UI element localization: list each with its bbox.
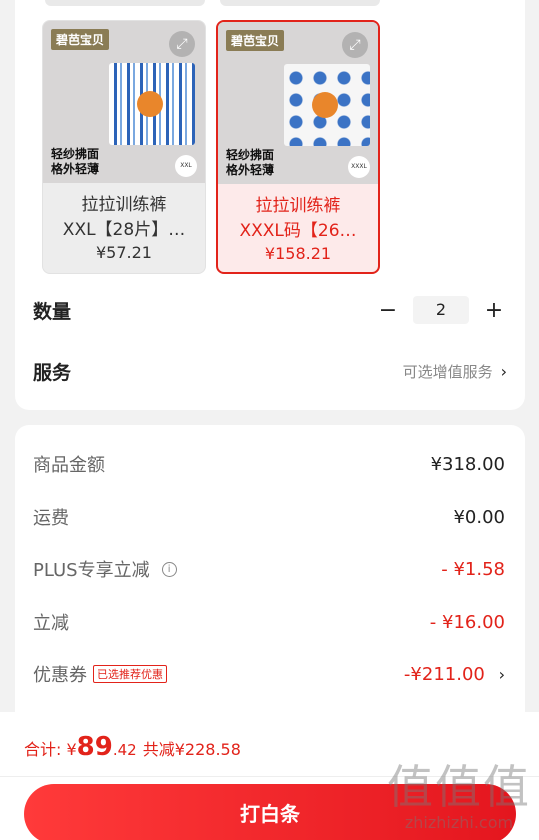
order-total: 合计: ¥ 89 .42 共减¥228.58 [24, 732, 241, 762]
service-label: 服务 [33, 362, 72, 384]
plus-button[interactable]: + [481, 298, 507, 323]
previous-variant-stub [220, 0, 380, 6]
checkout-bar: 合计: ¥ 89 .42 共减¥228.58 打白条 [0, 712, 539, 840]
size-badge: XXL [175, 155, 197, 177]
total-saved: 共减¥228.58 [142, 740, 241, 759]
quantity-stepper: − 2 + [375, 296, 507, 324]
brand-logo: 碧芭宝贝 [226, 30, 285, 51]
variant-thumbnail: 碧芭宝贝 ⤢ 轻纱拂面 格外轻薄 XXXL [218, 22, 378, 184]
info-icon[interactable]: i [161, 561, 177, 577]
price-summary-card: 商品金额 ¥318.00 运费 ¥0.00 PLUS专享立减 i - ¥1.58… [15, 425, 525, 725]
variant-price: ¥158.21 [264, 244, 332, 263]
variant-option-xxxl[interactable]: 碧芭宝贝 ⤢ 轻纱拂面 格外轻薄 XXXL 拉拉训练裤 XXXL码【26… ¥1… [216, 20, 380, 274]
chevron-right-icon: › [498, 664, 505, 684]
variant-price: ¥57.21 [96, 243, 152, 262]
product-slogan: 轻纱拂面 格外轻薄 [226, 148, 275, 177]
coupon-badge: 已选推荐优惠 [93, 665, 167, 683]
instant-discount-row: 立减 - ¥16.00 [33, 611, 505, 635]
quantity-label: 数量 [33, 300, 72, 323]
quantity-row: 数量 − 2 + [33, 296, 507, 324]
product-options-card: 碧芭宝贝 ⤢ 轻纱拂面 格外轻薄 XXL 拉拉训练裤 XXL【28片】… ¥57… [15, 0, 525, 410]
goods-amount-row: 商品金额 ¥318.00 [33, 453, 505, 477]
pay-with-baitiao-button[interactable]: 打白条 [24, 784, 516, 840]
variant-name: 拉拉训练裤 XXL【28片】… [62, 195, 186, 240]
chevron-right-icon: › [500, 362, 507, 381]
product-slogan: 轻纱拂面 格外轻薄 [51, 147, 100, 176]
expand-icon[interactable]: ⤢ [169, 31, 195, 57]
expand-icon[interactable]: ⤢ [342, 32, 368, 58]
previous-variant-stub [45, 0, 205, 6]
coupon-row[interactable]: 优惠券 已选推荐优惠 -¥211.00 › [33, 661, 505, 687]
product-box-image [109, 63, 195, 145]
plus-discount-row: PLUS专享立减 i - ¥1.58 [33, 558, 505, 582]
size-badge: XXXL [348, 156, 370, 178]
service-row[interactable]: 服务 可选增值服务 › [33, 358, 507, 385]
variant-option-xxl[interactable]: 碧芭宝贝 ⤢ 轻纱拂面 格外轻薄 XXL 拉拉训练裤 XXL【28片】… ¥57… [42, 20, 206, 274]
product-box-image [284, 64, 370, 146]
service-value: 可选增值服务 [402, 363, 493, 381]
variant-thumbnail: 碧芭宝贝 ⤢ 轻纱拂面 格外轻薄 XXL [43, 21, 205, 183]
brand-logo: 碧芭宝贝 [51, 29, 110, 50]
minus-button[interactable]: − [375, 298, 401, 323]
variant-name: 拉拉训练裤 XXXL码【26… [239, 196, 357, 241]
quantity-input[interactable]: 2 [413, 296, 469, 324]
shipping-row: 运费 ¥0.00 [33, 506, 505, 530]
